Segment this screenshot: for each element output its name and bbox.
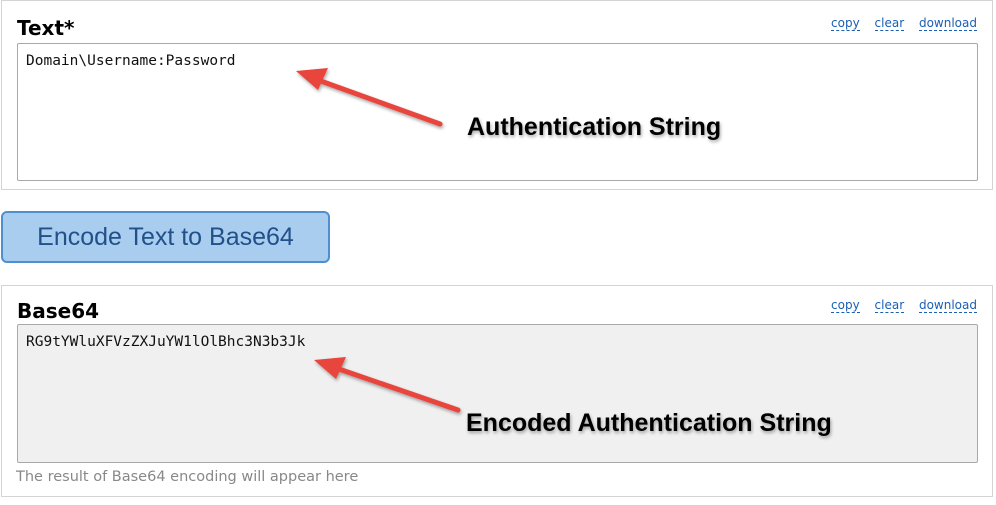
arrow-1 bbox=[296, 68, 443, 127]
callout-authentication-string: Authentication String bbox=[467, 113, 722, 141]
callout-encoded-authentication-string: Encoded Authentication String bbox=[466, 409, 832, 437]
arrow-2 bbox=[314, 357, 461, 413]
